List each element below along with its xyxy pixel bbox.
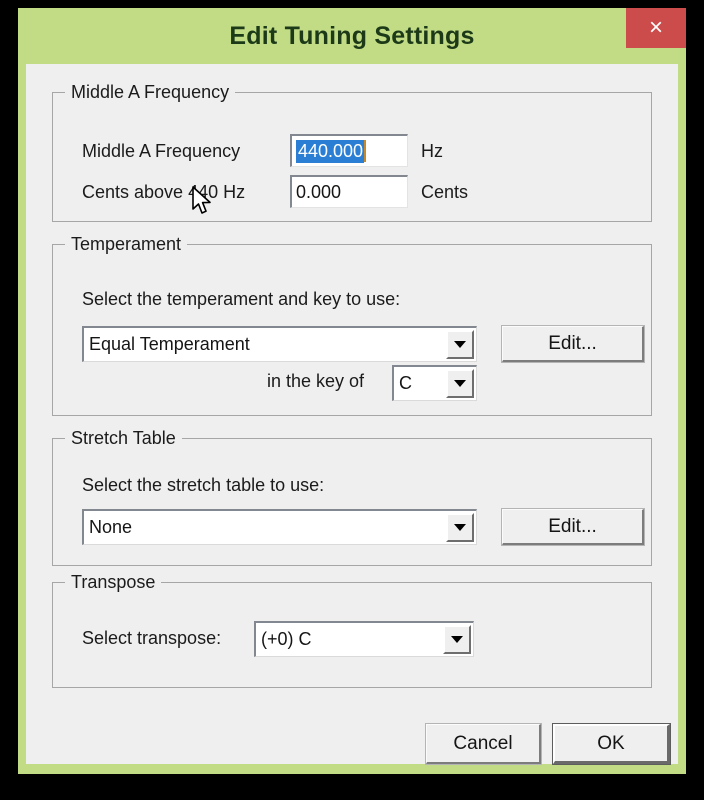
key-select-value: C (399, 373, 412, 393)
key-select[interactable]: C (392, 365, 477, 401)
title-bar: Edit Tuning Settings × (18, 8, 686, 64)
cents-above-440-input[interactable]: 0.000 (290, 175, 408, 208)
dialog-body: Middle A Frequency Middle A Frequency 44… (26, 64, 678, 765)
cancel-button[interactable]: Cancel (425, 723, 542, 765)
close-icon: × (648, 14, 663, 41)
label-select-stretch-table: Select the stretch table to use: (82, 475, 325, 495)
temperament-select[interactable]: Equal Temperament (82, 326, 477, 362)
edit-temperament-button[interactable]: Edit... (501, 325, 645, 363)
ok-button-label: OK (597, 732, 625, 754)
label-middle-a-frequency: Middle A Frequency (82, 141, 241, 161)
chevron-down-icon[interactable] (446, 330, 474, 359)
transpose-select-value: (+0) C (261, 629, 312, 649)
chevron-down-icon[interactable] (443, 625, 471, 654)
middle-a-frequency-value: 440.000 (296, 139, 365, 163)
label-select-temperament: Select the temperament and key to use: (82, 289, 401, 309)
label-in-the-key-of: in the key of (267, 371, 365, 391)
close-button[interactable]: × (626, 8, 686, 48)
group-title-transpose: Transpose (65, 572, 162, 593)
edit-temperament-label: Edit... (548, 332, 597, 354)
group-title-middle-a: Middle A Frequency (65, 82, 236, 103)
stretch-table-select-value: None (89, 517, 133, 537)
group-title-stretch-table: Stretch Table (65, 428, 182, 449)
group-title-temperament: Temperament (65, 234, 188, 255)
transpose-select[interactable]: (+0) C (254, 621, 474, 657)
dialog-window: Edit Tuning Settings × Middle A Frequenc… (18, 8, 686, 774)
middle-a-frequency-input[interactable]: 440.000 (290, 134, 408, 167)
label-cents-above-440: Cents above 440 Hz (82, 182, 246, 202)
label-select-transpose: Select transpose: (82, 628, 222, 648)
unit-cents: Cents (421, 182, 469, 202)
ok-button[interactable]: OK (552, 723, 671, 765)
chevron-down-icon[interactable] (446, 513, 474, 542)
group-stretch-table: Stretch Table (52, 428, 652, 566)
stretch-table-select[interactable]: None (82, 509, 477, 545)
temperament-select-value: Equal Temperament (89, 334, 250, 354)
edit-stretch-table-label: Edit... (548, 515, 597, 537)
cancel-button-label: Cancel (453, 732, 513, 754)
text-caret (364, 140, 367, 162)
page-title: Edit Tuning Settings (229, 21, 475, 50)
chevron-down-icon[interactable] (446, 369, 474, 398)
unit-hz: Hz (421, 141, 443, 161)
cents-above-440-value: 0.000 (296, 181, 342, 202)
edit-stretch-table-button[interactable]: Edit... (501, 508, 645, 546)
